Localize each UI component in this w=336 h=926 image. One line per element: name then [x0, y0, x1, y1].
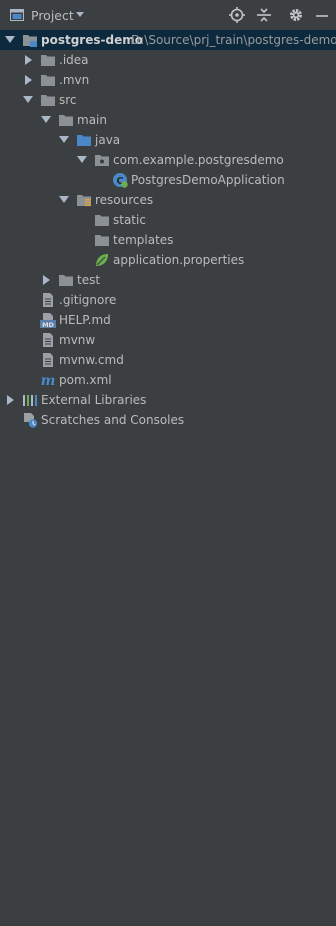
maven-icon: m: [41, 373, 56, 388]
tree-row-mvnw[interactable]: mvnw: [0, 330, 336, 350]
tree-row-app-properties[interactable]: application.properties: [0, 250, 336, 270]
tree-label: pom.xml: [59, 373, 112, 387]
tree-label: .gitignore: [59, 293, 117, 307]
expand-arrow-icon[interactable]: [41, 116, 51, 123]
tree-row-test[interactable]: test: [0, 270, 336, 290]
tree-row-package[interactable]: com.example.postgresdemo: [0, 150, 336, 170]
folder-icon: [59, 275, 73, 286]
package-icon: [95, 155, 109, 166]
markdown-file-icon: MD: [40, 313, 56, 328]
text-file-icon: [43, 353, 53, 367]
tree-row-gitignore[interactable]: .gitignore: [0, 290, 336, 310]
tree-label: PostgresDemoApplication: [131, 173, 285, 187]
text-file-icon: [43, 293, 53, 307]
tree-label: resources: [95, 193, 154, 207]
folder-icon: [41, 75, 55, 86]
spring-boot-class-icon: C: [113, 173, 128, 188]
tree-label: src: [59, 93, 77, 107]
expand-arrow-icon[interactable]: [25, 55, 32, 65]
spring-leaf-icon: [96, 254, 108, 266]
expand-arrow-icon[interactable]: [7, 395, 14, 405]
tree-row-templates[interactable]: templates: [0, 230, 336, 250]
tree-row-app-class[interactable]: C PostgresDemoApplication: [0, 170, 336, 190]
tree-row-src[interactable]: src: [0, 90, 336, 110]
tree-label: static: [113, 213, 146, 227]
scratches-icon: [24, 413, 38, 428]
folder-icon: [59, 115, 73, 126]
project-toolbar: Project: [0, 0, 336, 31]
chevron-down-icon[interactable]: [76, 12, 84, 17]
expand-arrow-icon[interactable]: [23, 96, 33, 103]
tree-label: com.example.postgresdemo: [113, 153, 284, 167]
minimize-icon[interactable]: [314, 7, 330, 23]
locate-icon[interactable]: [229, 7, 245, 23]
tree-label: .idea: [59, 53, 89, 67]
tree-row-mvnw-cmd[interactable]: mvnw.cmd: [0, 350, 336, 370]
tree-label: java: [95, 133, 121, 147]
tree-label: .mvn: [59, 73, 90, 87]
project-panel-icon[interactable]: [10, 9, 24, 21]
tree-row-java[interactable]: java: [0, 130, 336, 150]
collapse-all-icon[interactable]: [256, 7, 272, 23]
libraries-icon: [23, 395, 37, 406]
expand-arrow-icon[interactable]: [43, 275, 50, 285]
folder-icon: [41, 95, 55, 106]
folder-icon: [95, 215, 109, 226]
tree-row-resources[interactable]: resources: [0, 190, 336, 210]
tree-label: postgres-demo: [41, 33, 143, 47]
expand-arrow-icon[interactable]: [25, 75, 32, 85]
tree-row-postgres-demo[interactable]: postgres-demo D:\Source\prj_train\postgr…: [0, 30, 336, 50]
module-folder-icon: [23, 35, 37, 47]
tree-row-scratches[interactable]: Scratches and Consoles: [0, 410, 336, 430]
expand-arrow-icon[interactable]: [5, 36, 15, 43]
tree-label: templates: [113, 233, 174, 247]
expand-arrow-icon[interactable]: [59, 196, 69, 203]
expand-arrow-icon[interactable]: [59, 136, 69, 143]
tree-label: External Libraries: [41, 393, 147, 407]
tree-row-mvn[interactable]: .mvn: [0, 70, 336, 90]
tree-label: mvnw.cmd: [59, 353, 124, 367]
text-file-icon: [43, 333, 53, 347]
tree-label: HELP.md: [59, 313, 111, 327]
tree-row-static[interactable]: static: [0, 210, 336, 230]
resources-folder-icon: [77, 195, 91, 207]
svg-text:MD: MD: [42, 321, 54, 328]
svg-text:m: m: [41, 373, 56, 388]
tree-row-idea[interactable]: .idea: [0, 50, 336, 70]
expand-arrow-icon[interactable]: [77, 156, 87, 163]
tree-label: Scratches and Consoles: [41, 413, 185, 427]
tree-label: mvnw: [59, 333, 96, 347]
tree-row-help-md[interactable]: MD HELP.md: [0, 310, 336, 330]
source-folder-icon: [77, 135, 91, 146]
tree-row-main[interactable]: main: [0, 110, 336, 130]
gear-icon[interactable]: [288, 7, 304, 23]
tree-row-pom[interactable]: m pom.xml: [0, 370, 336, 390]
project-view-title[interactable]: Project: [31, 8, 74, 23]
tree-label: test: [77, 273, 101, 287]
project-path: D:\Source\prj_train\postgres-demo: [131, 33, 336, 47]
tree-label: main: [77, 113, 107, 127]
tree-label: application.properties: [113, 253, 245, 267]
tree-row-external-libraries[interactable]: External Libraries: [0, 390, 336, 410]
folder-icon: [41, 55, 55, 66]
folder-icon: [95, 235, 109, 246]
